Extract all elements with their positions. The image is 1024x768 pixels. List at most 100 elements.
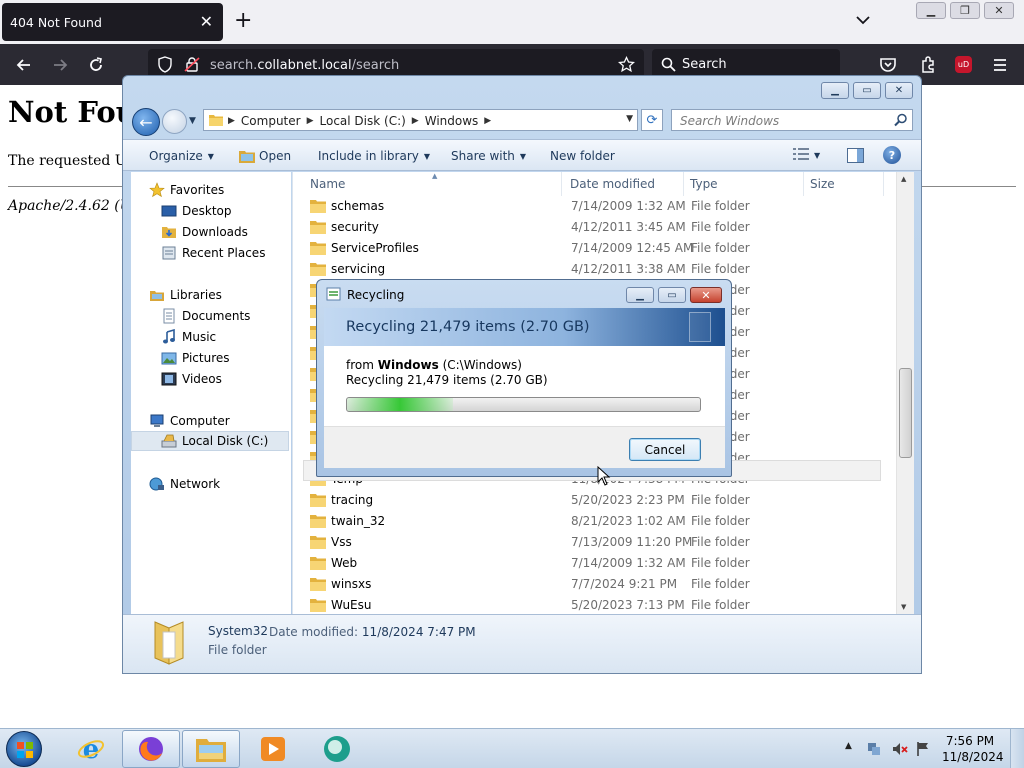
maximize-icon[interactable]: ▭ (658, 287, 686, 303)
refresh-icon[interactable]: ⟳ (641, 109, 663, 131)
organize-button[interactable]: Organize ▼ (149, 149, 214, 163)
forward-arrow-icon[interactable] (162, 109, 187, 134)
taskbar-app[interactable] (308, 730, 366, 768)
close-icon[interactable]: ✕ (690, 287, 722, 303)
breadcrumb-local-disk[interactable]: Local Disk (C:) (320, 114, 406, 128)
command-bar: Organize ▼ Open Include in library ▼ Share… (123, 139, 921, 171)
nav-videos[interactable]: Videos (161, 369, 222, 389)
share-with-button[interactable]: Share with ▼ (451, 149, 526, 163)
nav-libraries[interactable]: Libraries (149, 285, 222, 305)
table-row[interactable]: tracing 5/20/2023 2:23 PM File folder (293, 490, 889, 511)
taskbar-internet-explorer[interactable]: e (62, 730, 120, 768)
table-row[interactable]: schemas 7/14/2009 1:32 AM File folder (293, 196, 889, 217)
back-arrow-icon[interactable] (14, 55, 34, 75)
include-in-library-button[interactable]: Include in library ▼ (318, 149, 430, 163)
breadcrumb-separator-icon[interactable]: ▶ (307, 114, 314, 128)
breadcrumb-separator-icon[interactable]: ▶ (228, 114, 235, 128)
new-folder-button[interactable]: New folder (550, 149, 615, 163)
star-icon (149, 182, 165, 198)
nav-documents[interactable]: Documents (161, 306, 250, 326)
open-button[interactable]: Open (239, 149, 291, 163)
browser-tab[interactable]: 404 Not Found ✕ (2, 3, 223, 41)
chevron-down-icon[interactable] (855, 12, 871, 28)
nav-pictures[interactable]: Pictures (161, 348, 230, 368)
table-row[interactable]: winsxs 7/7/2024 9:21 PM File folder (293, 574, 889, 595)
close-tab-icon[interactable]: ✕ (200, 12, 213, 31)
cancel-button[interactable]: Cancel (629, 438, 701, 461)
row-name: schemas (331, 199, 385, 213)
table-row[interactable]: WuEsu 5/20/2023 7:13 PM File folder (293, 595, 889, 614)
preview-pane-icon[interactable] (847, 148, 864, 163)
nav-desktop[interactable]: Desktop (161, 201, 232, 221)
nav-local-disk[interactable]: Local Disk (C:) (131, 431, 289, 451)
tray-action-center-flag-icon[interactable] (915, 741, 931, 757)
search-icon[interactable] (894, 113, 908, 127)
column-header-type[interactable]: Type (684, 172, 804, 196)
lock-insecure-icon[interactable] (184, 56, 200, 73)
explorer-address-bar[interactable]: ▶ Computer ▶ Local Disk (C:) ▶ Windows ▶… (203, 109, 638, 131)
vertical-scrollbar[interactable]: ▲ ▼ (896, 172, 914, 614)
minimize-icon[interactable]: ▁ (916, 2, 946, 19)
column-header-date[interactable]: Date modified (564, 172, 684, 196)
start-button[interactable] (6, 731, 42, 767)
nav-recent-places[interactable]: Recent Places (161, 243, 265, 263)
column-header-size[interactable]: Size (804, 172, 884, 196)
pocket-icon[interactable] (878, 55, 898, 75)
column-header-name[interactable]: Name (304, 172, 562, 196)
table-row[interactable]: Vss 7/13/2009 11:20 PM File folder (293, 532, 889, 553)
taskbar-clock[interactable]: 7:56 PM 11/8/2024 (942, 733, 1004, 765)
details-type: File folder (208, 643, 267, 657)
minimize-icon[interactable]: ▁ (821, 82, 849, 99)
extensions-icon[interactable] (918, 55, 938, 75)
close-icon[interactable]: ✕ (885, 82, 913, 99)
taskbar-firefox[interactable] (122, 730, 180, 768)
new-tab-icon[interactable]: + (234, 8, 252, 34)
help-icon[interactable]: ? (883, 146, 901, 164)
bookmark-star-icon[interactable] (618, 56, 635, 73)
nav-computer[interactable]: Computer (149, 411, 230, 431)
show-desktop-button[interactable] (1010, 729, 1024, 768)
explorer-app-icon (239, 151, 255, 163)
scroll-up-icon[interactable]: ▲ (901, 175, 906, 183)
ublock-origin-icon[interactable]: uD (955, 56, 972, 73)
recent-pages-chevron-icon[interactable]: ▼ (189, 116, 196, 126)
tray-network-icon[interactable] (866, 741, 882, 757)
scroll-down-icon[interactable]: ▼ (901, 603, 906, 611)
show-hidden-icons-chevron-icon[interactable]: ▲ (845, 741, 852, 751)
maximize-icon[interactable]: ▭ (853, 82, 881, 99)
nav-downloads[interactable]: Downloads (161, 222, 248, 242)
table-row[interactable]: security 4/12/2011 3:45 AM File folder (293, 217, 889, 238)
forward-arrow-icon[interactable] (50, 55, 70, 75)
hamburger-menu-icon[interactable] (990, 55, 1010, 75)
back-arrow-icon[interactable]: ← (132, 108, 160, 136)
row-date: 7/14/2009 1:32 AM (571, 556, 686, 570)
taskbar-windows-explorer[interactable] (182, 730, 240, 768)
navigation-pane: Favorites Desktop Downloads Recent Place… (131, 172, 291, 614)
taskbar-media-player[interactable] (244, 730, 302, 768)
explorer-window-controls: ▁ ▭ ✕ (821, 82, 913, 99)
breadcrumb-separator-icon[interactable]: ▶ (412, 114, 419, 128)
shield-icon[interactable] (157, 56, 173, 73)
table-row[interactable]: twain_32 8/21/2023 1:02 AM File folder (293, 511, 889, 532)
browser-tab-title: 404 Not Found (10, 15, 102, 30)
address-history-chevron-icon[interactable]: ▼ (626, 114, 633, 124)
breadcrumb-separator-icon[interactable]: ▶ (484, 114, 491, 128)
tray-volume-muted-icon[interactable] (892, 741, 908, 757)
explorer-search-input[interactable]: Search Windows (671, 109, 913, 131)
reload-icon[interactable] (86, 55, 106, 75)
nav-favorites[interactable]: Favorites (149, 180, 224, 200)
nav-music[interactable]: Music (161, 327, 216, 347)
restore-icon[interactable]: ❐ (950, 2, 980, 19)
scrollbar-thumb[interactable] (899, 368, 912, 458)
dialog-from-path: (C:\Windows) (442, 358, 522, 372)
table-row[interactable]: Web 7/14/2009 1:32 AM File folder (293, 553, 889, 574)
table-row[interactable]: ServiceProfiles 7/14/2009 12:45 AM File fo… (293, 238, 889, 259)
minimize-icon[interactable]: ▁ (626, 287, 654, 303)
view-options-button[interactable]: ▼ (793, 148, 820, 162)
close-icon[interactable]: ✕ (984, 2, 1014, 19)
nav-network[interactable]: Network (149, 474, 220, 494)
breadcrumb-windows[interactable]: Windows (425, 114, 479, 128)
table-row[interactable]: servicing 4/12/2011 3:38 AM File folder (293, 259, 889, 280)
breadcrumb-computer[interactable]: Computer (241, 114, 301, 128)
nav-local-disk-label: Local Disk (C:) (182, 434, 269, 448)
